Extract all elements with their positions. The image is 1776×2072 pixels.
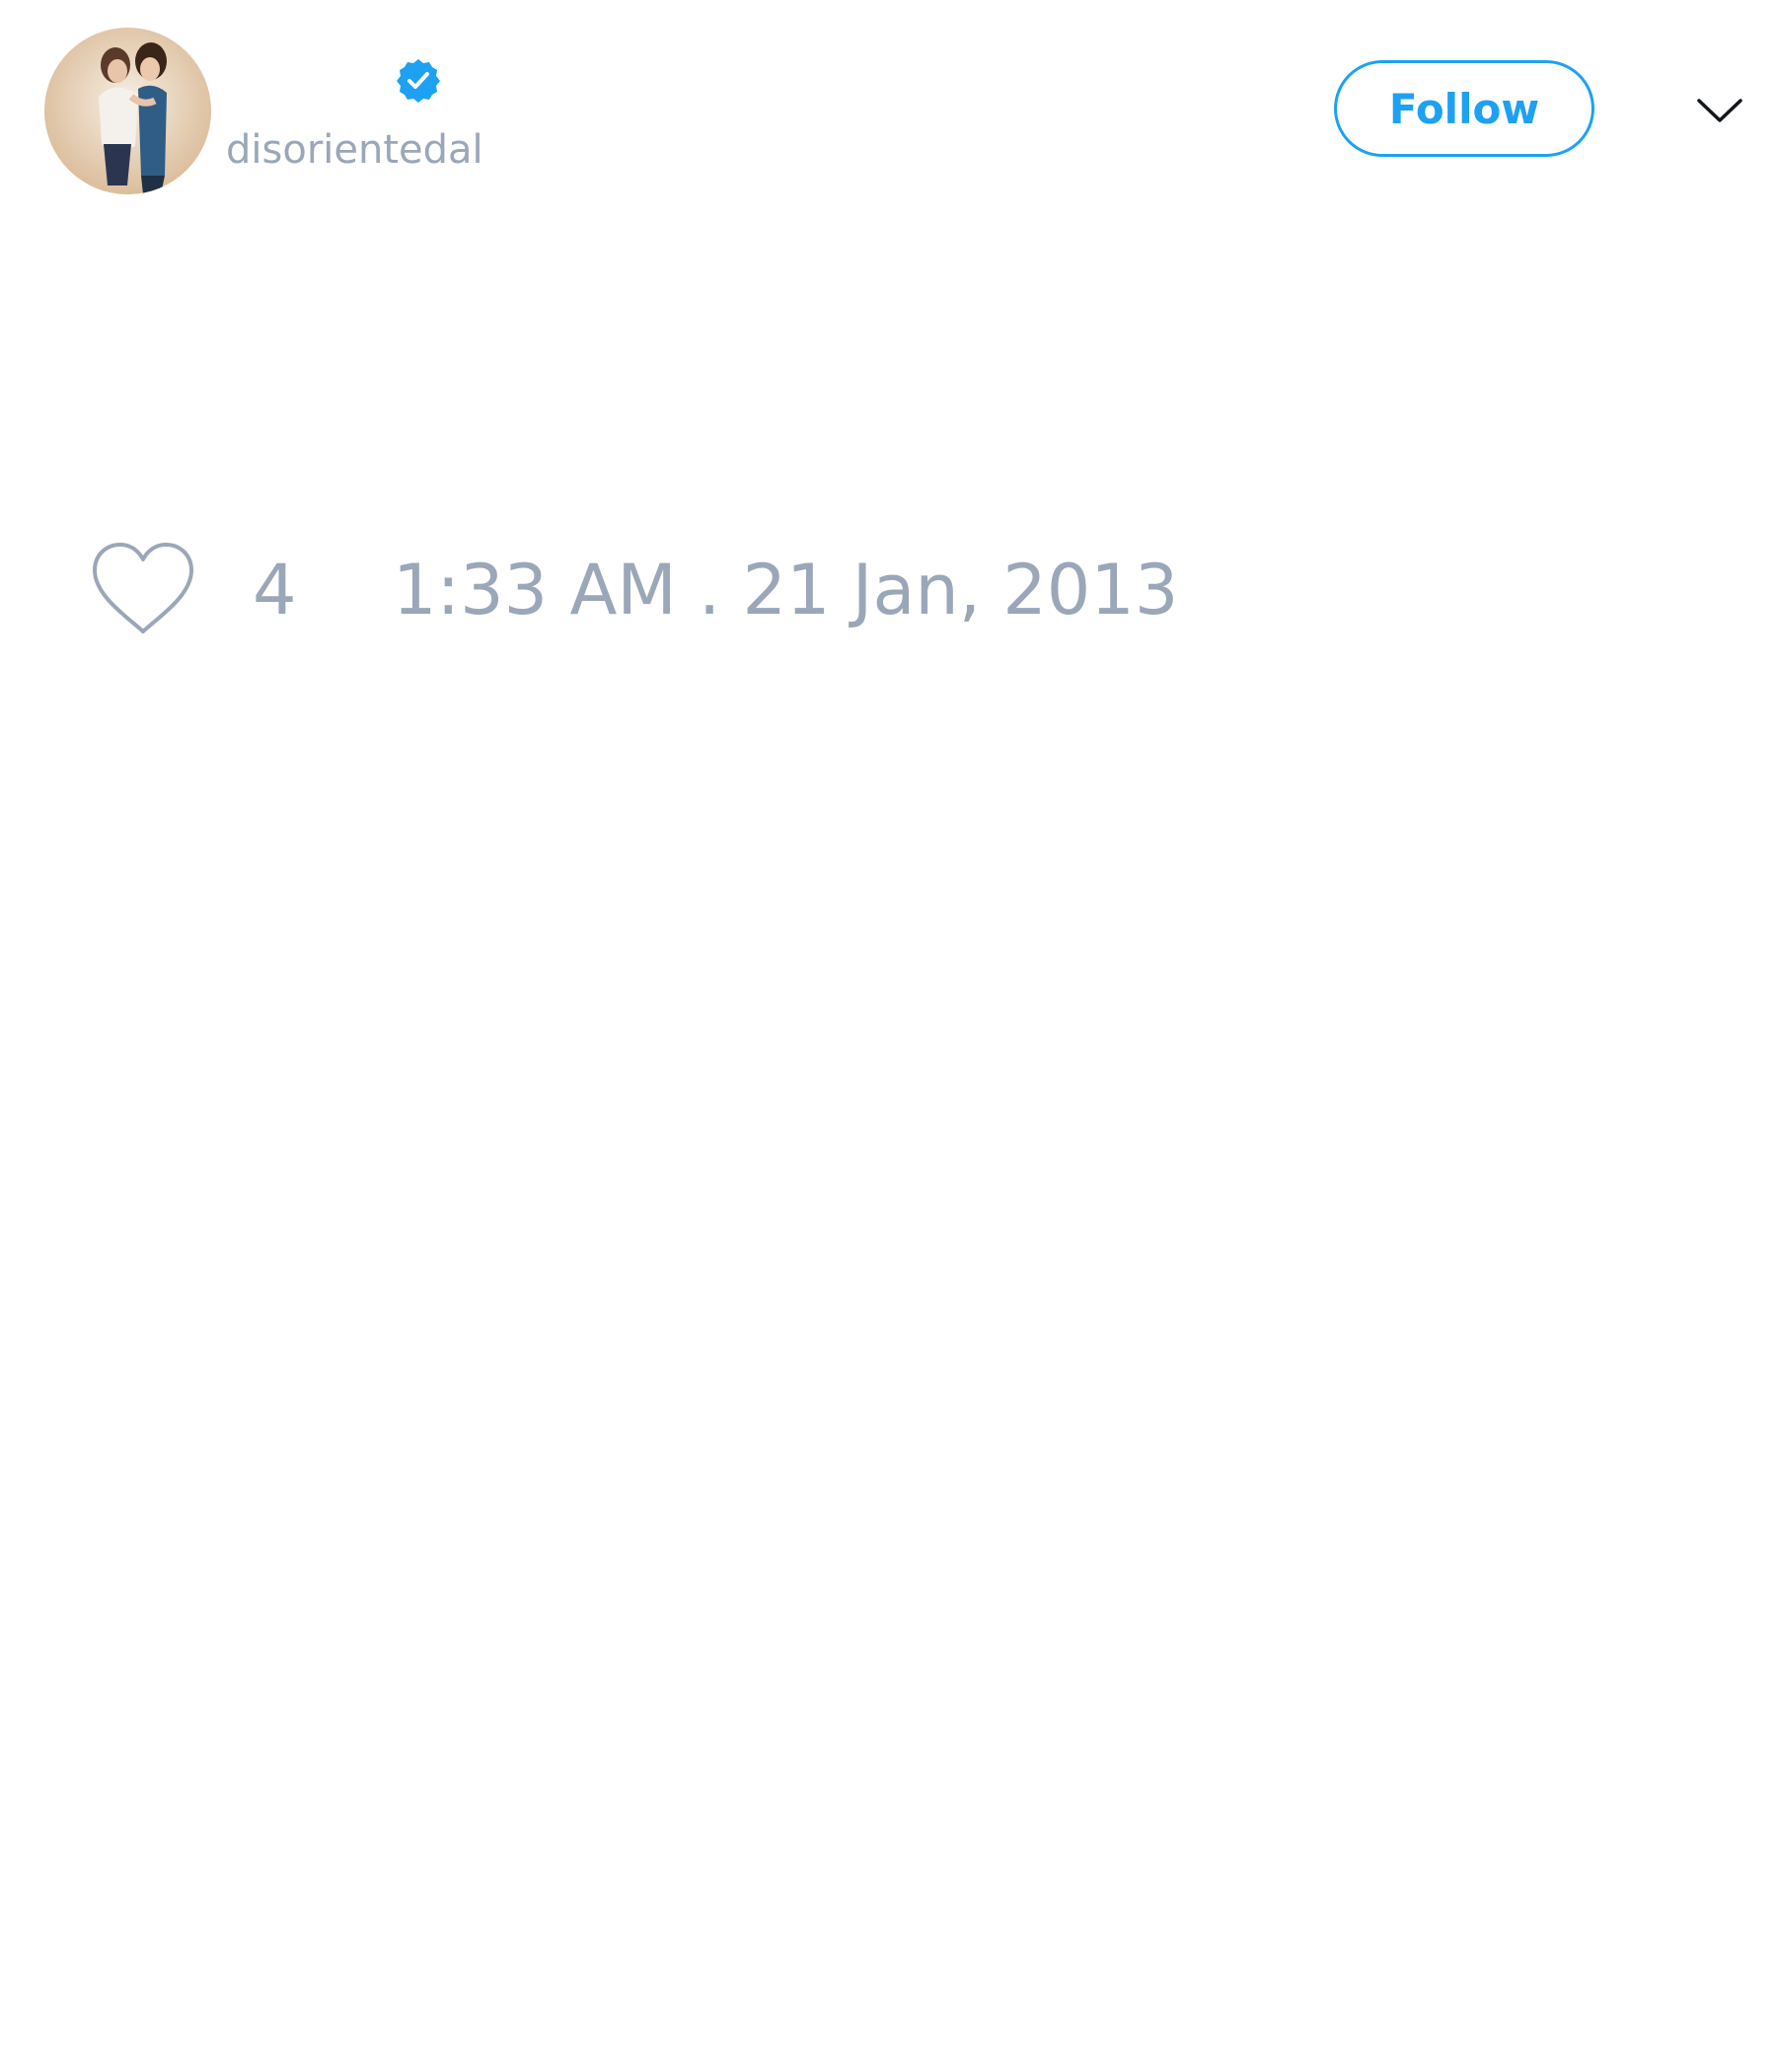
like-count: 4: [253, 550, 297, 630]
tweet-timestamp[interactable]: 1:33 AM . 21 Jan, 2013: [393, 553, 1178, 628]
avatar[interactable]: [44, 28, 211, 194]
verified-badge-icon: [397, 59, 440, 103]
chevron-down-icon[interactable]: [1695, 91, 1744, 130]
follow-button[interactable]: Follow: [1334, 60, 1594, 157]
author-handle[interactable]: disorientedal: [226, 126, 483, 174]
avatar-photo: [44, 28, 211, 194]
heart-outline-icon[interactable]: [89, 541, 197, 637]
